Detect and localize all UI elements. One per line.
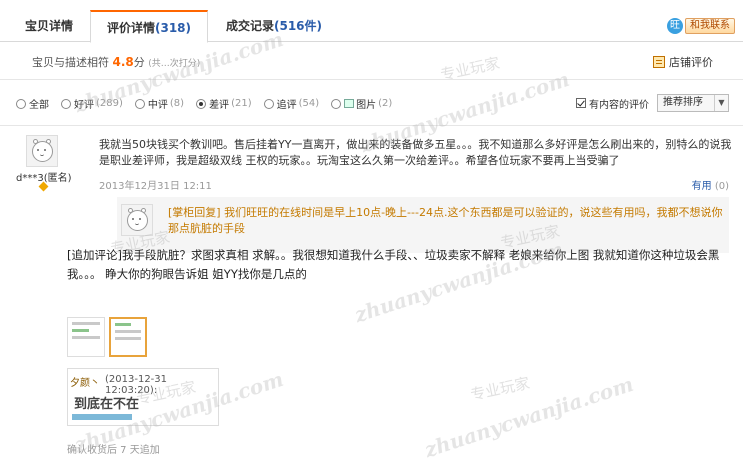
filter-label: 差评 xyxy=(209,100,230,111)
sort-value: 推荐排序 xyxy=(663,97,703,108)
picture-icon xyxy=(344,99,355,108)
shop-evaluation-link[interactable]: 店铺评价 xyxy=(653,54,713,70)
filter-row: 全部 好评 (289) 中评 (8) 差评 (21) 追评 (54) 图片 (2) 有内容… xyxy=(0,80,743,126)
score-value: 4.8 xyxy=(112,55,134,69)
followup-timing: 确认收货后 7 天追加 xyxy=(67,445,160,456)
filter-label: 好评 xyxy=(74,100,94,111)
radio-button[interactable] xyxy=(134,98,145,109)
tab-item-details[interactable]: 宝贝详情 xyxy=(12,10,86,42)
useful-button[interactable]: 有用 (0) xyxy=(692,177,729,192)
review-date: 2013年12月31日 12:11 xyxy=(99,181,212,192)
radio-button-selected[interactable] xyxy=(196,98,207,109)
seller-reply-text: [掌柜回复] 我们旺旺的在线时间是早上10点-晚上---24点.这个东西都是可以… xyxy=(168,206,723,235)
seller-face-icon xyxy=(127,210,148,231)
calendar-icon xyxy=(653,56,665,68)
has-content-checkbox[interactable] xyxy=(576,98,586,108)
radio-button[interactable] xyxy=(331,98,342,109)
filter-neutral[interactable]: 中评 (8) xyxy=(134,96,185,111)
radio-button[interactable] xyxy=(16,98,26,109)
score-note: (共…次打分) xyxy=(148,59,201,69)
tab-transactions[interactable]: 成交记录(516件) xyxy=(214,10,334,42)
tab-bar: 宝贝详情 评价详情(318) 成交记录(516件) 旺 和我联系 xyxy=(0,0,743,43)
useful-count: (0) xyxy=(714,181,729,192)
avatar xyxy=(26,135,58,167)
filter-label: 中评 xyxy=(147,100,168,111)
thumb-line xyxy=(72,322,100,325)
review-options: 有内容的评价 推荐排序 ▼ xyxy=(576,94,729,112)
image-preview[interactable]: 夕颜丶 (2013-12-31 12:03:20): 到底在不在 xyxy=(67,368,219,426)
wangwang-icon: 旺 xyxy=(667,18,683,34)
preview-cut-line xyxy=(72,414,132,420)
filter-negative[interactable]: 差评 (21) xyxy=(196,96,252,111)
review-thumbnails xyxy=(67,317,151,357)
description-score: 宝贝与描述相符 4.8分 (共…次打分) xyxy=(32,54,200,70)
tab-count: (318) xyxy=(154,21,192,35)
thumbnail-image[interactable] xyxy=(67,317,105,357)
filter-count: (54) xyxy=(298,98,320,109)
score-prefix: 宝贝与描述相符 xyxy=(32,56,109,69)
rating-filters: 全部 好评 (289) 中评 (8) 差评 (21) 追评 (54) 图片 (2) xyxy=(16,96,404,111)
review-text: 我就当50块钱买个教训吧。售后挂着YY一直离开，做出来的装备做多五星。。。我不知… xyxy=(99,138,732,167)
followup-text: [追加评论]我手段肮脏？求图求真相 求解。。我很想知道我什么手段、、垃圾卖家不解… xyxy=(67,248,720,281)
filter-count: (289) xyxy=(96,98,123,109)
filter-count: (21) xyxy=(231,98,252,109)
thumb-line xyxy=(115,337,141,340)
useful-label: 有用 xyxy=(691,181,712,192)
filter-label: 图片 xyxy=(356,100,377,111)
preview-sender: 夕颜丶 xyxy=(70,378,100,389)
thumb-line xyxy=(115,330,141,333)
watermark-text: 专业玩家 xyxy=(468,373,532,405)
filter-followup[interactable]: 追评 (54) xyxy=(263,96,320,111)
contact-label: 和我联系 xyxy=(685,18,735,34)
filter-positive[interactable]: 好评 (289) xyxy=(61,96,123,111)
tab-reviews[interactable]: 评价详情(318) xyxy=(90,10,208,43)
contact-seller-button[interactable]: 旺 和我联系 xyxy=(667,17,735,35)
radio-button[interactable] xyxy=(263,98,274,109)
watermark-text: zhuanycwanjia.com xyxy=(421,371,637,462)
filter-label: 追评 xyxy=(276,100,297,111)
tab-label: 宝贝详情 xyxy=(24,19,73,33)
tab-label: 评价详情 xyxy=(106,21,155,35)
filter-all[interactable]: 全部 xyxy=(16,96,49,111)
sort-select[interactable]: 推荐排序 ▼ xyxy=(657,94,729,112)
tab-count: (516件) xyxy=(273,19,323,33)
filter-count: (8) xyxy=(169,98,185,109)
shop-evaluation-label: 店铺评价 xyxy=(669,56,713,69)
thumb-line xyxy=(115,323,131,326)
filter-count: (2) xyxy=(378,98,393,109)
preview-message: 到底在不在 xyxy=(74,397,140,412)
chevron-down-icon: ▼ xyxy=(714,95,728,111)
seller-avatar xyxy=(121,204,153,236)
thumb-line xyxy=(72,329,89,332)
thumbnail-image-selected[interactable] xyxy=(109,317,147,357)
seller-reply: [掌柜回复] 我们旺旺的在线时间是早上10点-晚上---24点.这个东西都是可以… xyxy=(117,197,729,253)
has-content-label: 有内容的评价 xyxy=(589,99,649,111)
thumb-line xyxy=(72,336,100,339)
score-unit: 分 xyxy=(133,56,145,69)
radio-button[interactable] xyxy=(61,98,71,109)
score-row: 宝贝与描述相符 4.8分 (共…次打分) 店铺评价 xyxy=(0,42,743,80)
filter-label: 全部 xyxy=(29,100,49,111)
filter-images[interactable]: 图片 (2) xyxy=(331,96,392,111)
user-face-icon xyxy=(32,141,53,162)
tab-label: 成交记录 xyxy=(225,19,274,33)
